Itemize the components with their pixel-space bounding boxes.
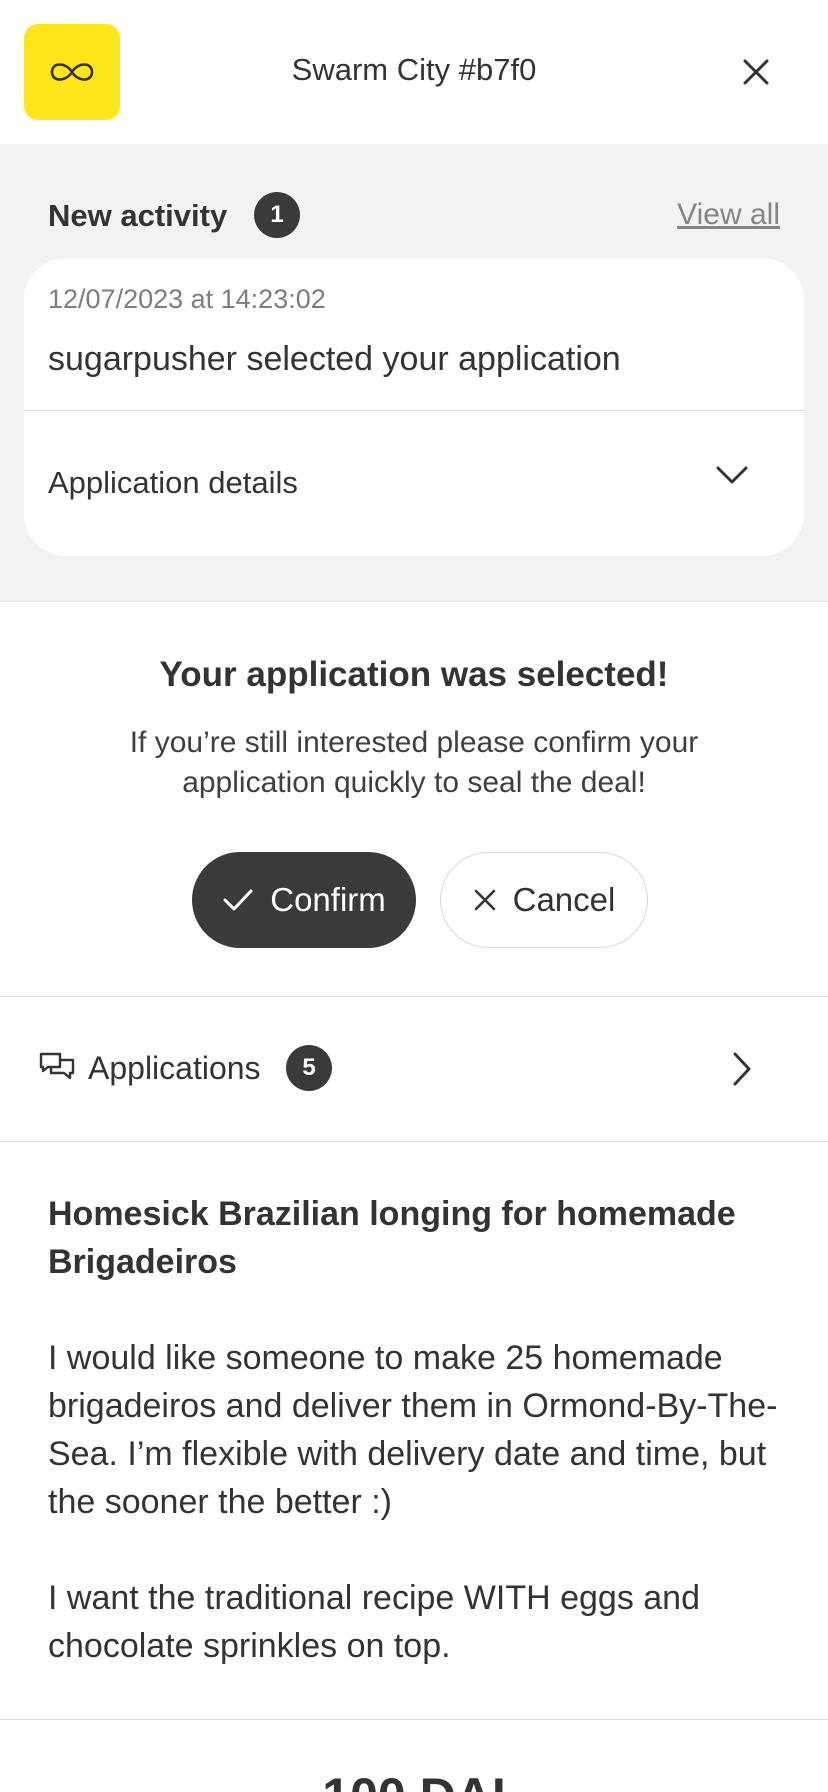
request-paragraph-2: I want the traditional recipe WITH eggs … [48,1579,700,1665]
view-all-link[interactable]: View all [677,198,780,232]
applications-count-badge: 5 [286,1045,332,1091]
applications-label: Applications [88,1050,261,1086]
cancel-label: Cancel [512,881,616,918]
section-divider [0,1719,828,1720]
application-details-toggle[interactable]: Application details [24,411,804,556]
check-icon [222,887,254,913]
confirm-label: Confirm [270,881,386,918]
request-price: 100 DAI [0,1766,828,1792]
activity-count-badge: 1 [254,192,300,238]
activity-section: New activity 1 View all 12/07/2023 at 14… [0,144,828,602]
activity-message: sugarpusher selected your application [48,340,621,378]
activity-timestamp: 12/07/2023 at 14:23:02 [48,284,326,314]
chat-bubbles-icon [39,1052,75,1080]
selection-description: If you’re still interested please confir… [129,726,699,799]
applications-row[interactable]: Applications 5 [0,998,828,1142]
activity-header: New activity 1 View all [48,190,780,240]
request-paragraph-1: I would like someone to make 25 homemade… [48,1339,778,1521]
request-title: Homesick Brazilian longing for homemade … [48,1195,736,1281]
application-details-label: Application details [48,465,298,500]
page-title: Swarm City #b7f0 [291,52,537,87]
selection-section: Your application was selected! If you’re… [0,603,828,997]
cancel-button[interactable]: Cancel [440,852,648,948]
page: Swarm City #b7f0 New activity 1 View all… [0,0,828,1792]
x-icon [473,888,497,912]
confirm-button[interactable]: Confirm [192,852,416,948]
chevron-down-icon [716,466,748,484]
activity-card: 12/07/2023 at 14:23:02 sugarpusher selec… [24,258,804,556]
close-icon [743,59,769,85]
activity-title: New activity [48,198,228,233]
header: Swarm City #b7f0 [0,0,828,144]
chevron-right-icon [733,1052,751,1086]
close-button[interactable] [736,52,776,92]
request-description: Homesick Brazilian longing for homemade … [48,1190,788,1670]
selection-title: Your application was selected! [159,655,669,694]
